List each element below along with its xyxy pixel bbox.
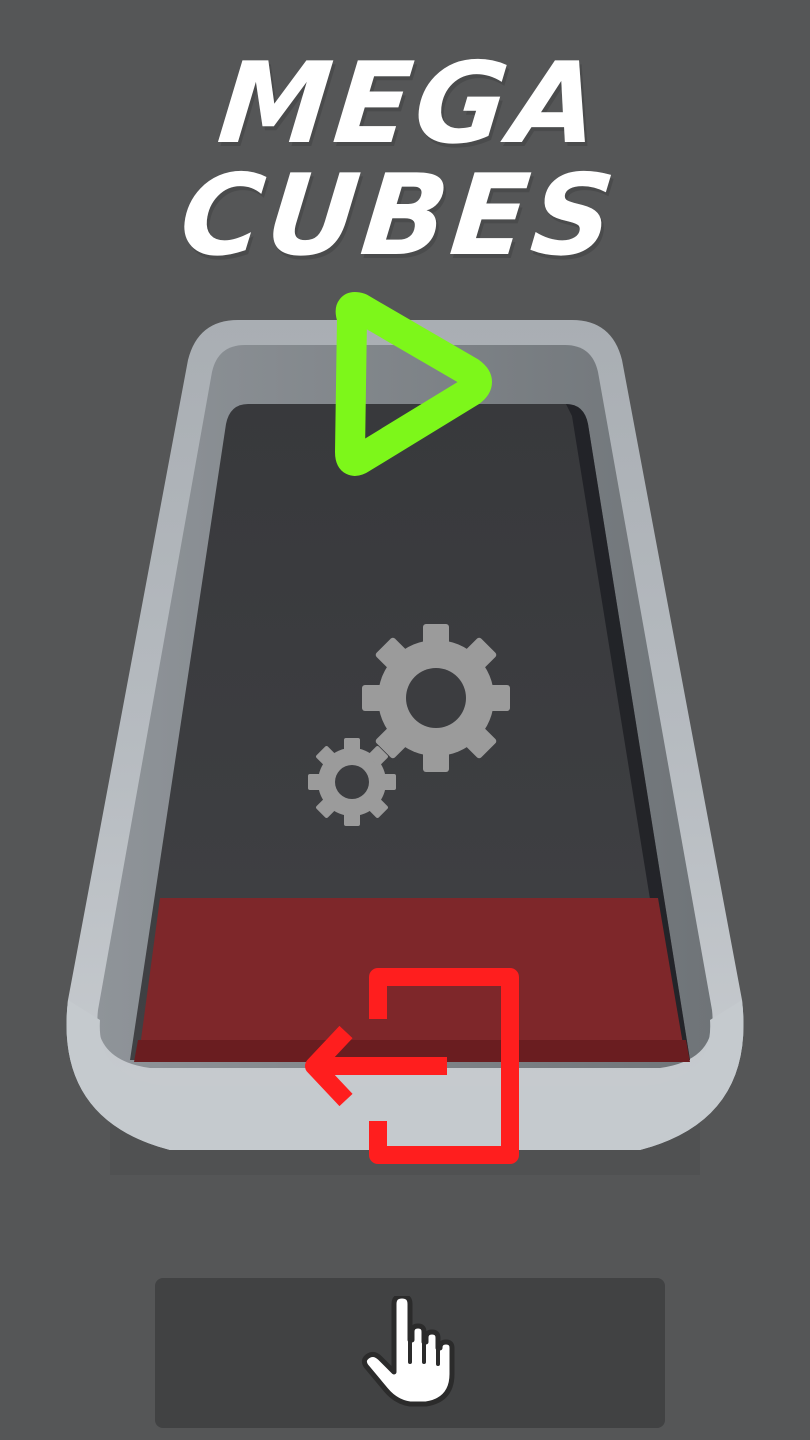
menu-scene — [66, 292, 744, 1175]
tap-hand-icon — [361, 1296, 455, 1407]
